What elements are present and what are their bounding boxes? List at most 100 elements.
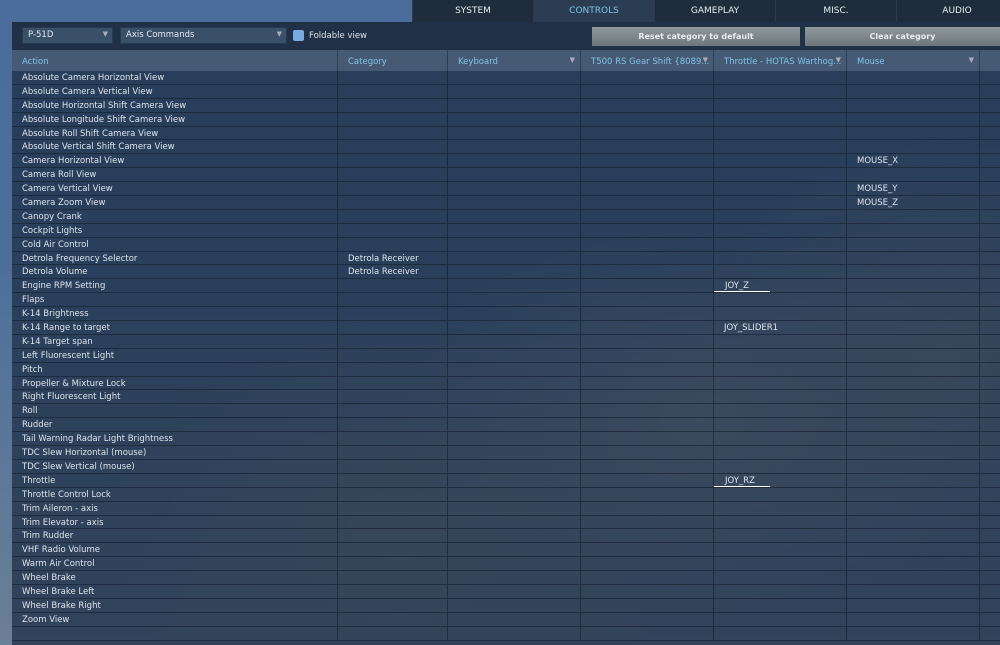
table-row[interactable]: Wheel Brake Left xyxy=(12,584,1000,599)
table-cell[interactable] xyxy=(448,307,581,321)
table-row[interactable]: Wheel Brake Right xyxy=(12,598,1000,613)
table-cell[interactable] xyxy=(448,612,581,626)
table-cell[interactable] xyxy=(714,432,847,446)
table-cell[interactable] xyxy=(847,390,980,404)
table-cell[interactable] xyxy=(714,404,847,418)
table-cell[interactable] xyxy=(448,251,581,265)
table-cell[interactable] xyxy=(581,557,714,571)
table-cell[interactable] xyxy=(847,598,980,612)
table-cell[interactable] xyxy=(448,626,581,640)
table-cell[interactable] xyxy=(581,515,714,529)
table-cell[interactable] xyxy=(847,112,980,126)
table-cell[interactable] xyxy=(847,487,980,501)
table-cell[interactable] xyxy=(581,251,714,265)
table-cell[interactable] xyxy=(847,71,980,84)
table-row[interactable]: Trim Aileron - axis xyxy=(12,501,1000,516)
table-cell[interactable] xyxy=(581,71,714,84)
table-cell[interactable] xyxy=(448,557,581,571)
table-cell[interactable] xyxy=(714,515,847,529)
table-cell[interactable] xyxy=(714,418,847,432)
table-cell[interactable] xyxy=(847,279,980,293)
table-cell[interactable] xyxy=(847,126,980,140)
table-cell[interactable] xyxy=(581,84,714,98)
table-cell[interactable] xyxy=(714,223,847,237)
table-cell[interactable] xyxy=(581,334,714,348)
table-cell[interactable] xyxy=(714,237,847,251)
table-cell[interactable] xyxy=(581,321,714,334)
table-cell[interactable] xyxy=(448,362,581,376)
table-cell[interactable] xyxy=(581,571,714,584)
table-cell[interactable] xyxy=(448,584,581,598)
table-row[interactable]: Pitch xyxy=(12,362,1000,377)
table-row[interactable]: Trim Rudder xyxy=(12,529,1000,544)
table-row[interactable]: Detrola Volume Detrola Receiver xyxy=(12,265,1000,280)
table-cell[interactable] xyxy=(714,84,847,98)
table-cell[interactable]: JOY_Z xyxy=(714,279,847,293)
table-cell[interactable] xyxy=(714,390,847,404)
clear-category-button[interactable]: Clear category xyxy=(805,27,1000,46)
table-cell[interactable] xyxy=(714,612,847,626)
table-row[interactable]: Tail Warning Radar Light Brightness xyxy=(12,432,1000,447)
table-cell[interactable] xyxy=(847,98,980,112)
table-cell[interactable] xyxy=(581,209,714,223)
table-cell[interactable] xyxy=(714,251,847,265)
table-cell[interactable] xyxy=(448,446,581,459)
tab-misc[interactable]: MISC. xyxy=(775,0,896,22)
category-select[interactable]: Axis Commands ▼ xyxy=(120,27,287,44)
table-cell[interactable] xyxy=(581,223,714,237)
table-cell[interactable] xyxy=(714,307,847,321)
table-row[interactable]: TDC Slew Horizontal (mouse) xyxy=(12,446,1000,460)
table-cell[interactable] xyxy=(714,334,847,348)
table-cell[interactable] xyxy=(847,515,980,529)
table-cell[interactable] xyxy=(448,265,581,279)
table-row[interactable]: Right Fluorescent Light xyxy=(12,390,1000,405)
table-cell[interactable] xyxy=(847,265,980,279)
table-cell[interactable] xyxy=(847,84,980,98)
table-cell[interactable] xyxy=(847,321,980,334)
table-cell[interactable] xyxy=(448,293,581,307)
table-cell[interactable] xyxy=(847,348,980,362)
table-row[interactable]: TDC Slew Vertical (mouse) xyxy=(12,459,1000,474)
table-cell[interactable] xyxy=(714,112,847,126)
foldable-view-checkbox[interactable] xyxy=(293,30,304,41)
table-cell[interactable] xyxy=(581,182,714,196)
table-cell[interactable] xyxy=(714,154,847,168)
table-cell[interactable] xyxy=(581,348,714,362)
table-cell[interactable] xyxy=(714,487,847,501)
table-cell[interactable] xyxy=(448,209,581,223)
table-row[interactable] xyxy=(12,626,1000,641)
table-cell[interactable] xyxy=(847,251,980,265)
table-row[interactable]: Absolute Camera Horizontal View xyxy=(12,71,1000,85)
table-cell[interactable] xyxy=(581,362,714,376)
table-cell[interactable] xyxy=(714,348,847,362)
table-cell[interactable] xyxy=(581,418,714,432)
table-row[interactable]: Flaps xyxy=(12,293,1000,308)
table-cell[interactable] xyxy=(581,307,714,321)
table-cell[interactable] xyxy=(448,390,581,404)
table-cell[interactable] xyxy=(448,223,581,237)
table-cell[interactable] xyxy=(847,418,980,432)
table-cell[interactable] xyxy=(847,223,980,237)
table-cell[interactable] xyxy=(581,265,714,279)
table-cell[interactable] xyxy=(714,71,847,84)
table-cell[interactable] xyxy=(448,182,581,196)
table-cell[interactable]: MOUSE_Z xyxy=(847,196,980,209)
table-cell[interactable] xyxy=(448,418,581,432)
table-cell[interactable] xyxy=(448,84,581,98)
table-row[interactable]: Absolute Longitude Shift Camera View xyxy=(12,112,1000,127)
table-cell[interactable] xyxy=(847,626,980,640)
table-cell[interactable] xyxy=(581,168,714,182)
table-row[interactable]: Cockpit Lights xyxy=(12,223,1000,238)
table-cell[interactable] xyxy=(581,293,714,307)
column-header[interactable]: Throttle - HOTAS Warthog... ▼ xyxy=(714,50,847,71)
table-cell[interactable] xyxy=(847,501,980,515)
tab-gameplay[interactable]: GAMEPLAY xyxy=(654,0,775,22)
table-cell[interactable]: JOY_SLIDER1 xyxy=(714,321,847,334)
table-cell[interactable] xyxy=(581,432,714,446)
table-cell[interactable] xyxy=(581,446,714,459)
table-row[interactable]: K-14 Range to target JOY_SLIDER1 xyxy=(12,321,1000,335)
table-cell[interactable] xyxy=(448,459,581,473)
table-cell[interactable] xyxy=(847,473,980,487)
table-cell[interactable] xyxy=(847,543,980,557)
table-cell[interactable] xyxy=(581,473,714,487)
